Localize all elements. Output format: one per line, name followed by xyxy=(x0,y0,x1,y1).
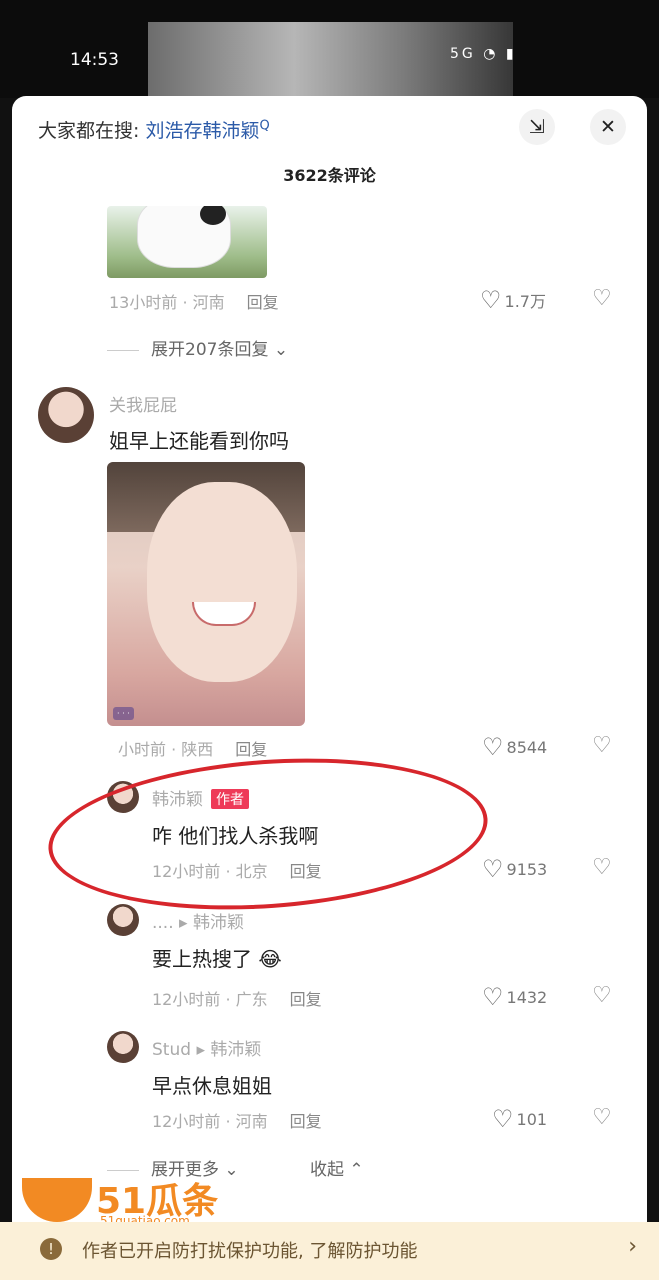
dislike-icon[interactable]: ♡ xyxy=(592,733,612,758)
like-button[interactable]: ♡ 9153 xyxy=(482,855,547,883)
search-prefix: 大家都在搜: xyxy=(38,120,140,142)
comment-username[interactable]: 关我屁屁 xyxy=(109,391,177,416)
like-count: 101 xyxy=(516,1109,548,1129)
reply-username[interactable]: Stud ▸ 韩沛颖 xyxy=(152,1035,261,1060)
cow-illustration xyxy=(137,206,231,268)
reply-meta: 12小时前 · 河南 回复 xyxy=(152,1112,322,1131)
heart-icon: ♡ xyxy=(482,983,504,1011)
minimize-icon: ⇲ xyxy=(529,116,545,138)
status-icons: 5G ◔ ▮ xyxy=(450,46,517,62)
comment-meta: 13小时前 · 河南 回复 xyxy=(109,293,279,312)
dislike-icon[interactable]: ♡ xyxy=(592,855,612,880)
comments-sheet: 大家都在搜: 刘浩存韩沛颖Q ⇲ ✕ 3622条评论 13小时前 · 河南 回复 … xyxy=(12,96,647,1280)
like-count: 1432 xyxy=(506,987,548,1007)
reply-button[interactable]: 回复 xyxy=(247,293,279,312)
reply-text: 早点休息姐姐 xyxy=(152,1074,272,1098)
info-icon: ! xyxy=(40,1238,62,1260)
close-button[interactable]: ✕ xyxy=(590,109,626,145)
search-keyword[interactable]: 刘浩存韩沛颖 xyxy=(145,120,259,142)
comment-meta: 小时前 · 陕西 回复 xyxy=(118,740,268,759)
avatar[interactable] xyxy=(107,1031,139,1063)
collapse-replies[interactable]: 收起 ⌃ xyxy=(310,1155,364,1180)
avatar[interactable] xyxy=(107,904,139,936)
status-bar: 14:53 5G ◔ ▮ xyxy=(0,0,659,98)
chevron-up-icon: ⌃ xyxy=(349,1160,364,1180)
search-icon: Q xyxy=(259,118,270,134)
reply-meta: 12小时前 · 广东 回复 xyxy=(152,990,322,1009)
like-button[interactable]: ♡ 8544 xyxy=(482,733,547,761)
close-icon: ✕ xyxy=(600,116,616,138)
notice-text: 作者已开启防打扰保护功能, 了解防护功能 xyxy=(82,1241,418,1262)
laughing-crying-emoji-icon: 😂 xyxy=(258,947,282,971)
reply-button[interactable]: 回复 xyxy=(290,1112,322,1131)
avatar[interactable] xyxy=(38,387,94,443)
status-time: 14:53 xyxy=(70,50,119,70)
comment-image-selfie[interactable]: · · · xyxy=(107,462,305,726)
dislike-icon[interactable]: ♡ xyxy=(592,983,612,1008)
dislike-icon[interactable]: ♡ xyxy=(592,1105,612,1130)
reply-button[interactable]: 回复 xyxy=(235,740,267,759)
like-count: 1.7万 xyxy=(504,292,546,311)
bowl-icon xyxy=(22,1178,92,1222)
comment-text: 姐早上还能看到你吗 xyxy=(109,429,289,453)
live-overlay: · · · xyxy=(113,707,134,720)
like-count: 8544 xyxy=(506,737,548,757)
reply-arrow-icon: ▸ xyxy=(179,913,188,933)
collapse-button[interactable]: ⇲ xyxy=(519,109,555,145)
like-count: 9153 xyxy=(506,859,548,879)
reply-username[interactable]: .... ▸ 韩沛颖 xyxy=(152,908,244,933)
heart-icon: ♡ xyxy=(482,733,504,761)
trending-search[interactable]: 大家都在搜: 刘浩存韩沛颖Q xyxy=(38,116,270,143)
like-button[interactable]: ♡ 1.7万 xyxy=(480,286,546,314)
heart-icon: ♡ xyxy=(480,286,502,314)
heart-icon: ♡ xyxy=(482,855,504,883)
reply-button[interactable]: 回复 xyxy=(290,990,322,1009)
dislike-icon[interactable]: ♡ xyxy=(592,286,612,311)
comment-image-cow[interactable] xyxy=(107,206,267,278)
heart-icon: ♡ xyxy=(492,1105,514,1133)
chevron-right-icon: › xyxy=(628,1234,637,1259)
comment-count: 3622条评论 xyxy=(283,166,376,185)
protection-notice[interactable]: ! 作者已开启防打扰保护功能, 了解防护功能 › xyxy=(0,1222,659,1280)
reply-arrow-icon: ▸ xyxy=(196,1040,205,1060)
chevron-down-icon: ⌄ xyxy=(273,340,289,360)
expand-replies[interactable]: 展开207条回复 ⌄ xyxy=(107,335,288,360)
reply-text: 要上热搜了 😂 xyxy=(152,947,282,971)
like-button[interactable]: ♡ 101 xyxy=(492,1105,547,1133)
like-button[interactable]: ♡ 1432 xyxy=(482,983,547,1011)
